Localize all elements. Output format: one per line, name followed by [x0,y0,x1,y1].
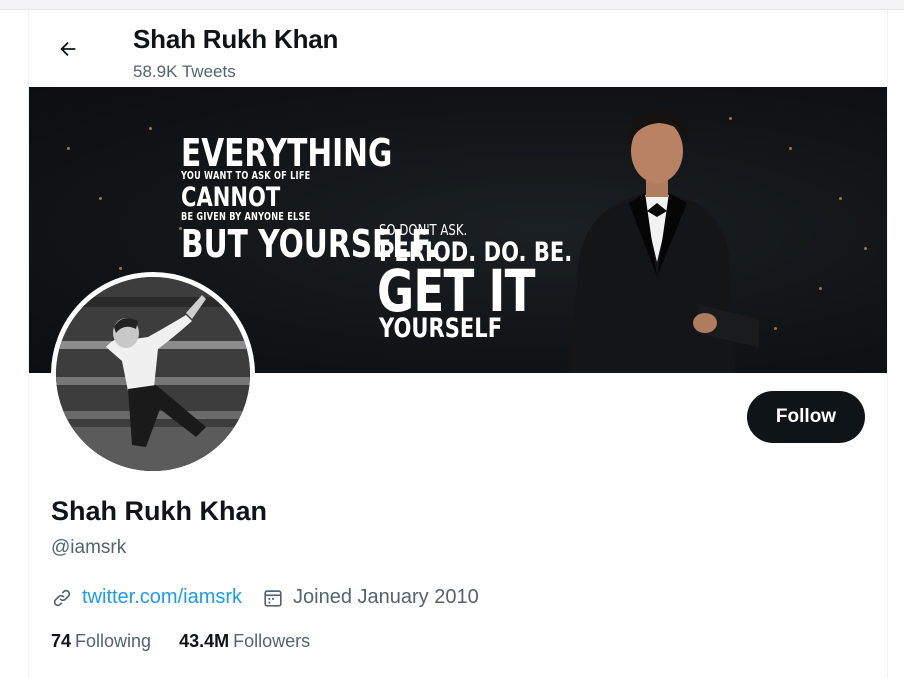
banner-text-line: GET IT [377,257,535,325]
follow-button[interactable]: Follow [747,391,865,443]
followers-link[interactable]: 43.4M Followers [179,631,310,652]
profile-meta: twitter.com/iamsrk Joined January 2010 [51,586,499,609]
banner-text-line: CANNOT [181,182,281,213]
banner-text-line: SO DON'T ASK. [379,221,468,239]
profile-name: Shah Rukh Khan [51,496,268,526]
avatar-photo [56,277,250,471]
following-count: 74 [51,631,72,651]
followers-count: 43.4M [179,631,230,651]
profile-handle: @iamsrk [51,537,127,558]
banner-portrait [569,110,759,373]
header-title: Shah Rukh Khan [133,24,339,54]
tweet-count: 58.9K Tweets [133,62,236,81]
following-link[interactable]: 74 Following [51,631,151,652]
profile-header: Shah Rukh Khan 58.9K Tweets [29,10,887,87]
profile-column: Shah Rukh Khan 58.9K Tweets EVERYTHING Y… [28,10,888,678]
profile-avatar[interactable] [51,272,255,476]
joined-date: Joined January 2010 [293,586,479,608]
following-label: Following [75,631,152,651]
arrow-left-icon [60,41,76,57]
followers-label: Followers [233,631,311,651]
follow-counts: 74 Following 43.4M Followers [51,631,338,652]
back-button[interactable] [51,32,85,66]
banner-text-line: YOURSELF [379,313,503,344]
joined-item: Joined January 2010 [262,586,479,609]
window-top-border [0,0,904,10]
calendar-icon [262,587,284,609]
link-icon [51,587,73,609]
banner-text-line: BE GIVEN BY ANYONE ELSE [181,211,311,223]
website-item: twitter.com/iamsrk [51,586,242,609]
website-link[interactable]: twitter.com/iamsrk [82,586,242,609]
banner-text-line: YOU WANT TO ASK OF LIFE [181,170,311,182]
banner-text-line: EVERYTHING [181,131,393,175]
